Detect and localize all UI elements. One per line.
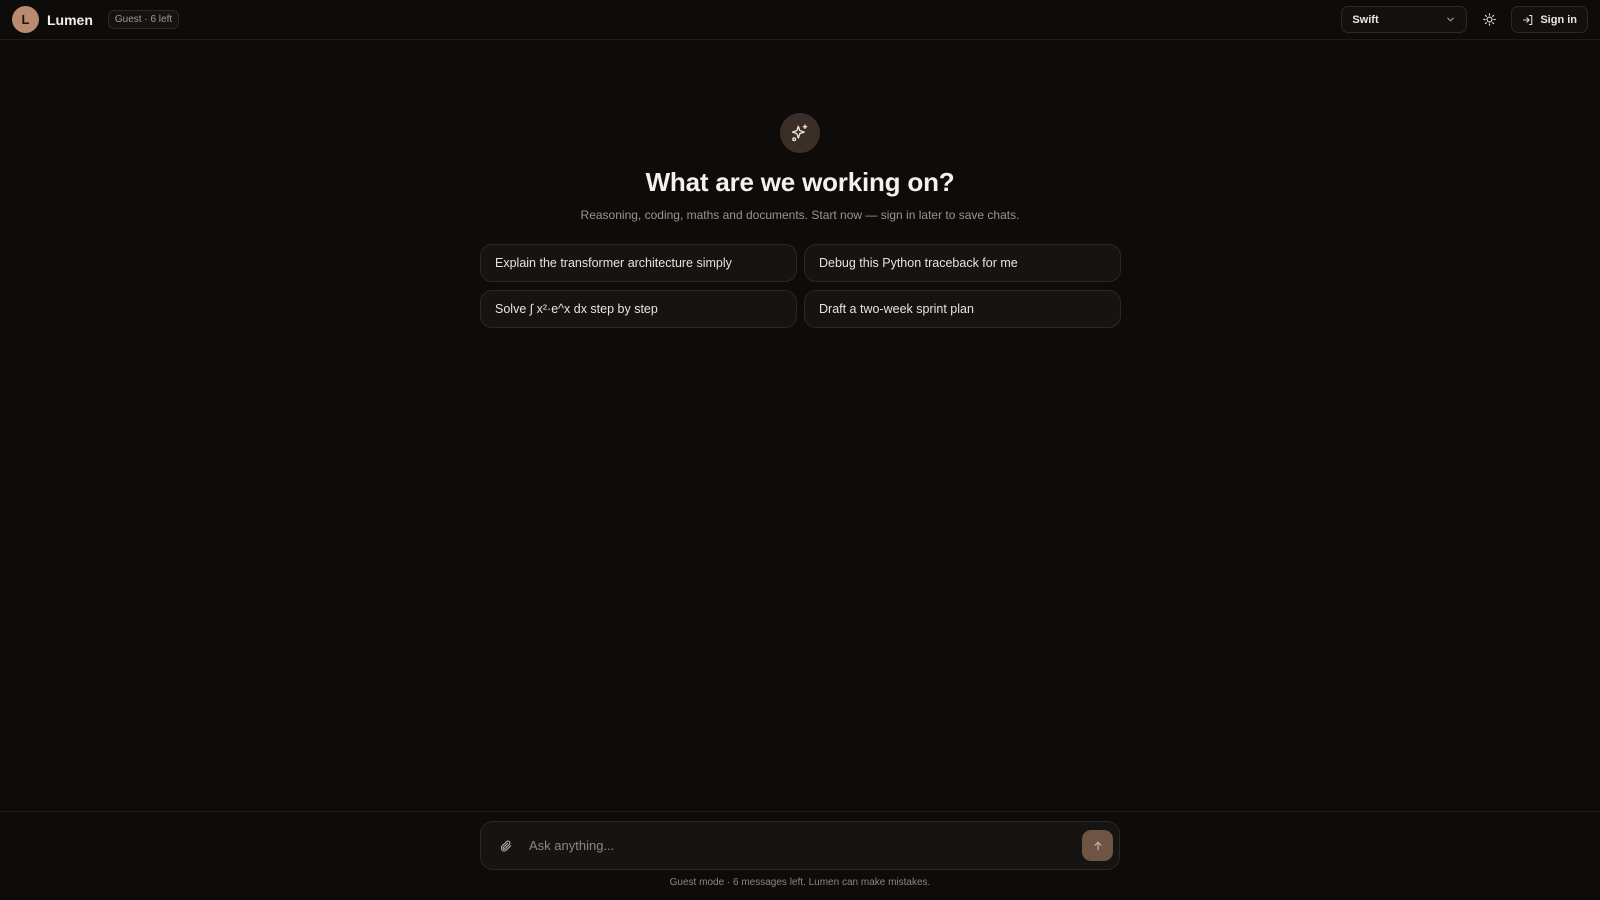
suggestion-grid: Explain the transformer architecture sim… xyxy=(480,244,1121,328)
paperclip-icon xyxy=(500,840,512,851)
sign-in-button[interactable]: Sign in xyxy=(1511,6,1588,33)
sign-in-icon xyxy=(1523,14,1533,25)
avatar[interactable]: L xyxy=(12,6,39,33)
theme-toggle-button[interactable] xyxy=(1477,8,1501,32)
sign-in-label: Sign in xyxy=(1540,13,1577,26)
top-bar: L Lumen Guest · 6 left Swift Sign in xyxy=(0,0,1600,40)
page-subtitle: Reasoning, coding, maths and documents. … xyxy=(580,208,1020,222)
suggestion-chip[interactable]: Explain the transformer architecture sim… xyxy=(480,244,797,282)
arrow-up-icon xyxy=(1093,841,1102,850)
composer-footnote: Guest mode · 6 messages left. Lumen can … xyxy=(669,877,931,888)
app-root: L Lumen Guest · 6 left Swift Sign in Wha… xyxy=(0,0,1600,900)
brand-name[interactable]: Lumen xyxy=(47,12,93,28)
suggestion-chip[interactable]: Solve ∫ x²·e^x dx step by step xyxy=(480,290,797,328)
welcome-hero: What are we working on? Reasoning, codin… xyxy=(0,113,1600,222)
chevron-down-icon xyxy=(1447,17,1455,22)
guest-status-badge: Guest · 6 left xyxy=(107,10,180,29)
send-button[interactable] xyxy=(1082,830,1113,861)
sparkles-icon xyxy=(791,124,808,142)
sun-icon xyxy=(1483,13,1496,26)
page-title: What are we working on? xyxy=(645,167,955,197)
model-select-value: Swift xyxy=(1352,13,1379,26)
attach-button[interactable] xyxy=(495,835,517,857)
suggestion-chip[interactable]: Draft a two-week sprint plan xyxy=(804,290,1121,328)
hero-badge xyxy=(780,113,820,153)
model-select[interactable]: Swift xyxy=(1341,6,1468,33)
suggestion-chip[interactable]: Debug this Python traceback for me xyxy=(804,244,1121,282)
prompt-input[interactable] xyxy=(529,830,1082,861)
header-actions: Swift Sign in xyxy=(1341,6,1588,33)
brand-area: L Lumen Guest · 6 left xyxy=(12,6,180,33)
message-composer xyxy=(480,821,1120,870)
